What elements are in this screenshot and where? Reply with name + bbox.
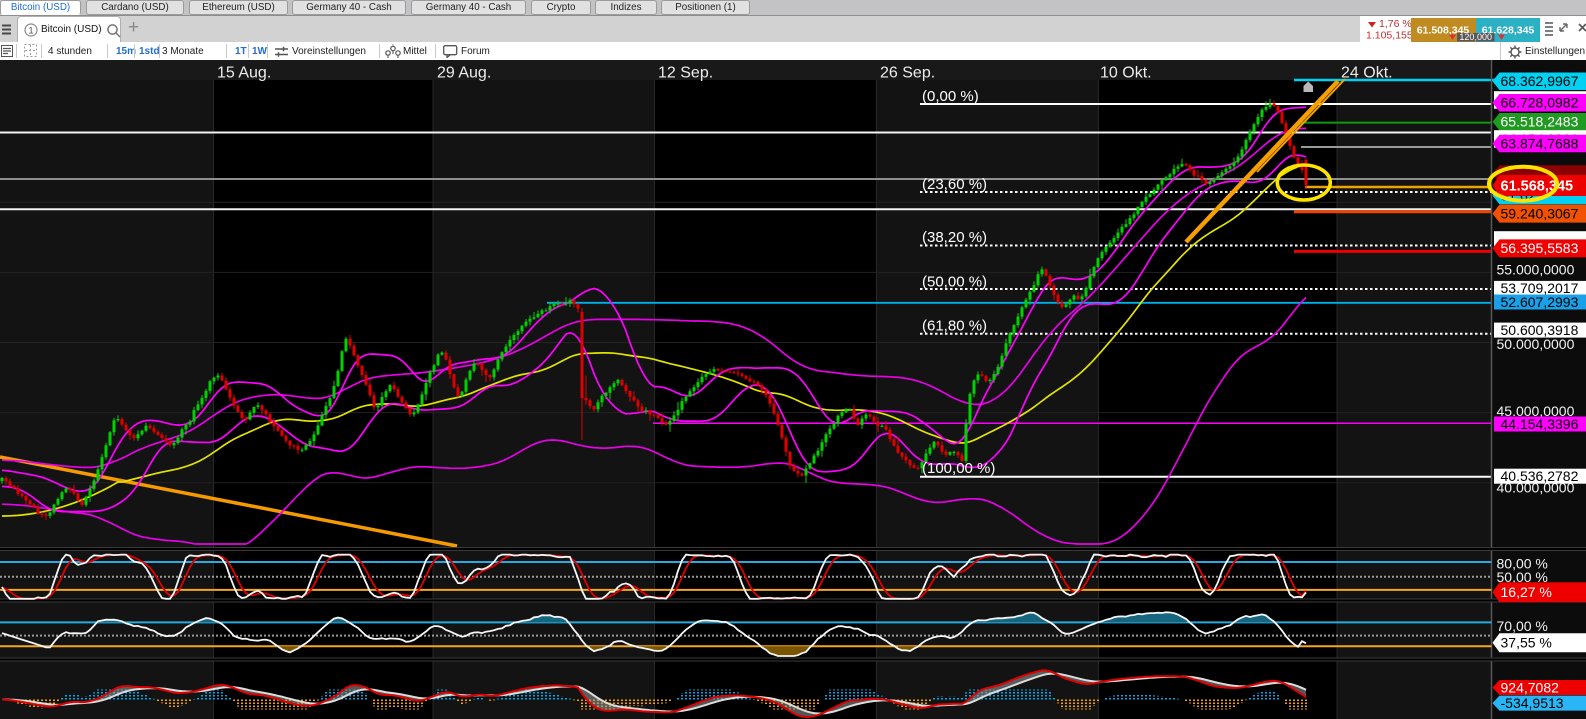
svg-text:63.874,7688: 63.874,7688: [1501, 135, 1579, 151]
svg-text:15 Aug.: 15 Aug.: [217, 65, 271, 82]
svg-text:61.568,345: 61.568,345: [1501, 178, 1574, 194]
svg-text:10 Okt.: 10 Okt.: [1100, 65, 1152, 82]
svg-text:66.728,0982: 66.728,0982: [1501, 95, 1579, 111]
svg-text:1: 1: [28, 26, 33, 37]
svg-text:59.240,3067: 59.240,3067: [1501, 205, 1579, 221]
svg-text:55.000,0000: 55.000,0000: [1497, 261, 1575, 277]
svg-text:29 Aug.: 29 Aug.: [437, 65, 491, 82]
svg-text:12 Sep.: 12 Sep.: [658, 65, 713, 82]
svg-text:24 Okt.: 24 Okt.: [1341, 65, 1393, 82]
svg-text:37,55 %: 37,55 %: [1501, 635, 1552, 651]
svg-text:52.607,2993: 52.607,2993: [1501, 294, 1579, 310]
svg-text:(38,20 %): (38,20 %): [922, 229, 987, 246]
svg-text:(50,00 %): (50,00 %): [922, 274, 987, 291]
svg-text:120,000: 120,000: [1459, 32, 1492, 42]
svg-text:65.518,2483: 65.518,2483: [1501, 114, 1579, 130]
svg-text:56.395,5583: 56.395,5583: [1501, 240, 1579, 256]
svg-text:16,27 %: 16,27 %: [1501, 584, 1552, 600]
svg-text:68.362,9967: 68.362,9967: [1501, 73, 1579, 89]
svg-text:1,76 %: 1,76 %: [1379, 18, 1412, 30]
svg-text:40.536,2782: 40.536,2782: [1501, 468, 1579, 484]
svg-text:26 Sep.: 26 Sep.: [880, 65, 935, 82]
svg-text:50.000,0000: 50.000,0000: [1497, 336, 1575, 352]
svg-text:1.105,155: 1.105,155: [1366, 30, 1413, 42]
svg-text:44.154,3396: 44.154,3396: [1501, 416, 1579, 432]
svg-text:924,7082: 924,7082: [1501, 679, 1560, 695]
svg-text:(61,80 %): (61,80 %): [922, 318, 987, 335]
svg-text:(23,60 %): (23,60 %): [922, 176, 987, 193]
svg-text:-534,9513: -534,9513: [1501, 695, 1564, 711]
svg-text:(100,00 %): (100,00 %): [922, 460, 995, 477]
svg-text:70,00 %: 70,00 %: [1497, 618, 1548, 634]
svg-text:(0,00 %): (0,00 %): [922, 88, 979, 105]
svg-text:50.600,3918: 50.600,3918: [1501, 322, 1579, 338]
